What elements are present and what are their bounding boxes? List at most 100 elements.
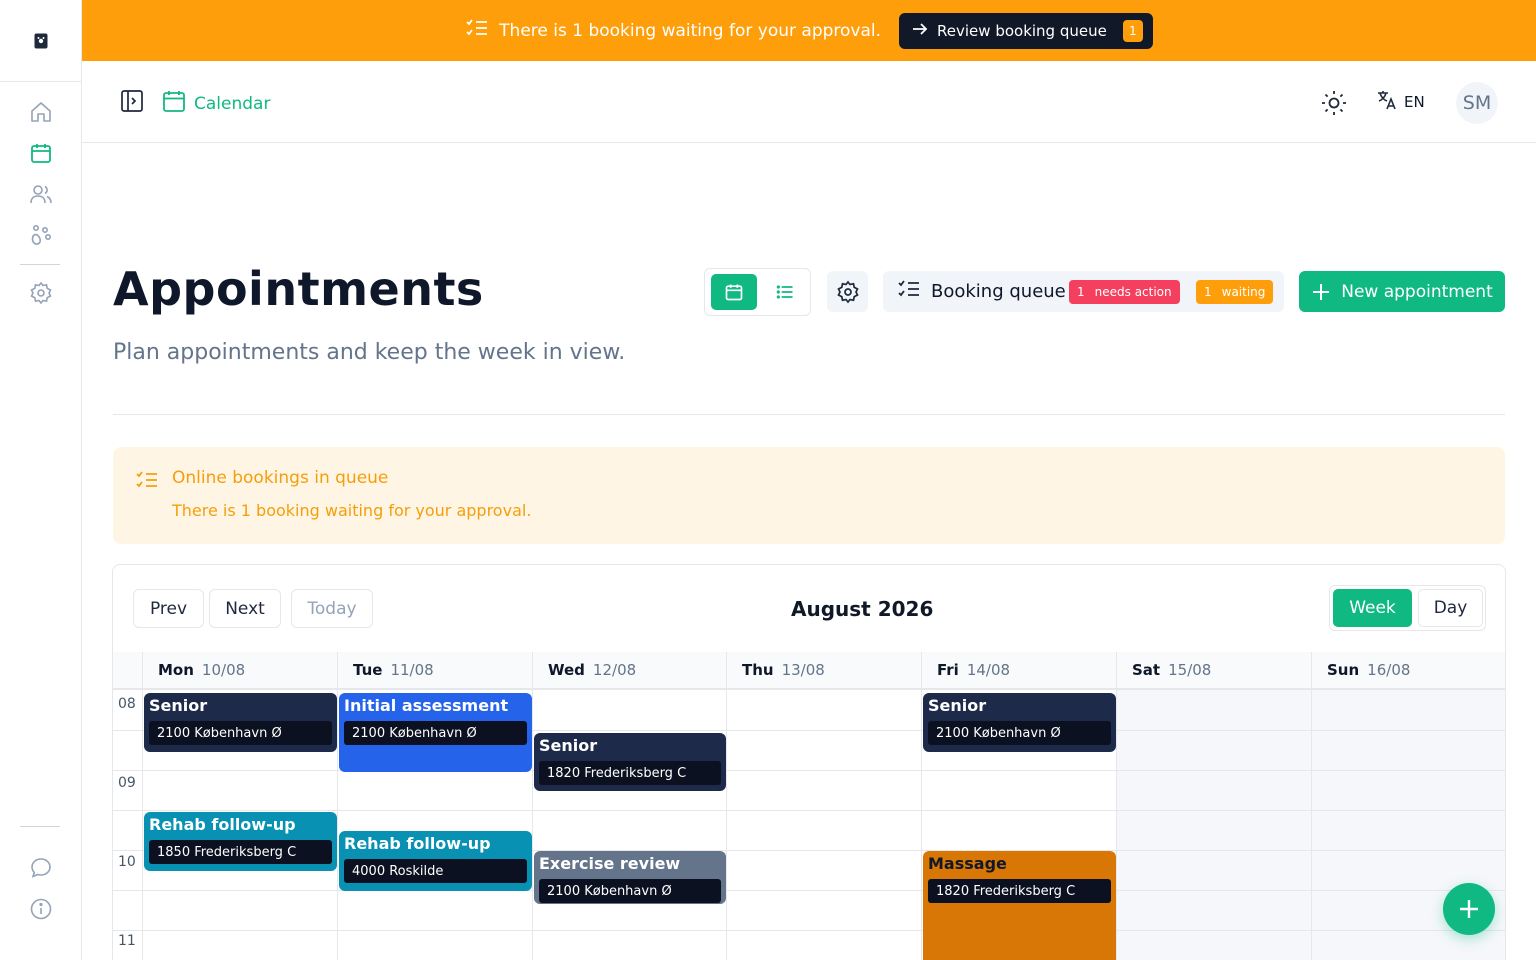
arrow-right-icon: [911, 21, 929, 41]
approval-banner: There is 1 booking waiting for your appr…: [82, 0, 1536, 61]
appointment-location: 4000 Roskilde: [344, 859, 527, 883]
chat-icon[interactable]: [28, 855, 54, 881]
needs-action-badge: 1 needs action: [1069, 280, 1180, 304]
header-divider: [113, 688, 1505, 690]
checklist-icon: [897, 278, 921, 305]
sun-icon[interactable]: [1320, 89, 1348, 117]
breadcrumb-calendar[interactable]: Calendar: [162, 89, 270, 118]
alert-body: There is 1 booking waiting for your appr…: [172, 501, 532, 520]
review-queue-button[interactable]: Review booking queue 1: [899, 12, 1153, 49]
section-divider: [113, 414, 1505, 415]
appointment-event[interactable]: Rehab follow-up 1850 Frederiksberg C: [144, 812, 337, 871]
top-header: Calendar EN SM: [82, 61, 1536, 143]
appointment-title: Initial assessment: [344, 696, 509, 715]
day-header[interactable]: Fri 14/08: [922, 652, 1117, 688]
next-button[interactable]: Next: [209, 589, 281, 628]
paw-icon[interactable]: [28, 222, 54, 248]
breadcrumb-label: Calendar: [194, 93, 271, 114]
prev-button[interactable]: Prev: [133, 589, 204, 628]
today-button[interactable]: Today: [291, 589, 373, 628]
banner-message: There is 1 booking waiting for your appr…: [465, 17, 881, 44]
new-appointment-label: New appointment: [1341, 281, 1493, 302]
plus-icon: [1313, 283, 1330, 300]
app-logo-icon[interactable]: [30, 30, 52, 52]
calendar-settings-button[interactable]: [827, 271, 868, 312]
queue-count-badge: 1: [1122, 19, 1143, 42]
banner-text: There is 1 booking waiting for your appr…: [499, 20, 882, 41]
day-view-button[interactable]: Day: [1418, 589, 1483, 627]
review-queue-label: Review booking queue: [937, 21, 1107, 40]
gear-icon: [836, 280, 859, 303]
appointment-title: Rehab follow-up: [344, 834, 491, 853]
day-header[interactable]: Sun 16/08: [1312, 652, 1505, 688]
appointment-event[interactable]: Exercise review 2100 København Ø: [534, 851, 726, 904]
day-date: 14/08: [966, 661, 1011, 679]
time-slot-line: [113, 810, 1505, 811]
info-icon[interactable]: [28, 896, 54, 922]
appointment-title: Senior: [928, 696, 987, 715]
booking-queue-button[interactable]: Booking queue 1 needs action 1 waiting: [883, 271, 1284, 312]
language-switcher[interactable]: EN: [1376, 89, 1425, 115]
calendar-card: Prev Next Today August 2026 Week Day Mon…: [112, 564, 1506, 960]
hour-label: 08: [118, 696, 136, 712]
plus-icon: [1460, 900, 1478, 918]
hour-label: 09: [118, 775, 136, 791]
list-view-button[interactable]: [763, 274, 807, 310]
sidebar-toggle-icon[interactable]: [120, 89, 146, 115]
sidebar-separator: [0, 81, 81, 82]
appointment-title: Exercise review: [539, 854, 681, 873]
day-date: 11/08: [390, 661, 434, 679]
appointment-event[interactable]: Rehab follow-up 4000 Roskilde: [339, 831, 532, 891]
day-date: 15/08: [1168, 661, 1212, 679]
time-gutter-header: [113, 652, 143, 688]
appointment-event[interactable]: Senior 2100 København Ø: [923, 693, 1116, 752]
waiting-badge: 1 waiting: [1196, 280, 1274, 304]
day-header[interactable]: Mon 10/08: [143, 652, 338, 688]
day-date: 16/08: [1367, 661, 1411, 679]
day-header[interactable]: Thu 13/08: [727, 652, 922, 688]
settings-icon[interactable]: [28, 280, 54, 306]
needs-action-count: 1: [1077, 285, 1085, 299]
appointment-title: Massage: [928, 854, 1007, 873]
day-header[interactable]: Wed 12/08: [533, 652, 727, 688]
waiting-label: waiting: [1221, 285, 1266, 299]
waiting-count: 1: [1204, 285, 1212, 299]
online-bookings-alert: Online bookings in queue There is 1 book…: [113, 447, 1505, 544]
day-header[interactable]: Sat 15/08: [1117, 652, 1312, 688]
appointment-event[interactable]: Massage 1820 Frederiksberg C: [923, 851, 1116, 960]
quick-add-button[interactable]: [1443, 883, 1495, 935]
appointment-location: 1850 Frederiksberg C: [149, 840, 332, 864]
home-icon[interactable]: [28, 99, 54, 125]
month-title: August 2026: [791, 597, 934, 621]
hour-label: 11: [118, 933, 136, 949]
page-subtitle: Plan appointments and keep the week in v…: [113, 340, 626, 365]
day-header[interactable]: Tue 11/08: [338, 652, 533, 688]
appointment-event[interactable]: Initial assessment 2100 København Ø: [339, 693, 532, 772]
appointment-location: 2100 København Ø: [539, 879, 721, 903]
calendar-view-button[interactable]: [711, 274, 757, 310]
appointment-title: Senior: [149, 696, 208, 715]
day-date: 12/08: [592, 661, 637, 679]
day-name: Sun: [1327, 661, 1360, 679]
appointment-event[interactable]: Senior 2100 København Ø: [144, 693, 337, 752]
day-name: Fri: [937, 661, 959, 679]
list-icon: [776, 285, 793, 299]
day-date: 10/08: [201, 661, 246, 679]
calendar-icon[interactable]: [28, 140, 54, 166]
alert-title: Online bookings in queue: [172, 468, 389, 488]
page-title: Appointments: [113, 262, 484, 316]
day-name: Tue: [353, 661, 383, 679]
week-day-toggle: Week Day: [1329, 585, 1486, 631]
appointment-location: 1820 Frederiksberg C: [928, 879, 1111, 903]
needs-action-label: needs action: [1094, 285, 1172, 299]
day-date: 13/08: [781, 661, 825, 679]
week-view-button[interactable]: Week: [1333, 589, 1412, 627]
sidebar: [0, 0, 82, 960]
users-icon[interactable]: [28, 181, 54, 207]
checklist-icon: [135, 469, 159, 493]
new-appointment-button[interactable]: New appointment: [1299, 271, 1505, 312]
user-avatar[interactable]: SM: [1456, 82, 1498, 124]
appointment-location: 2100 København Ø: [928, 721, 1111, 745]
appointment-event[interactable]: Senior 1820 Frederiksberg C: [534, 733, 726, 791]
day-name: Thu: [742, 661, 774, 679]
